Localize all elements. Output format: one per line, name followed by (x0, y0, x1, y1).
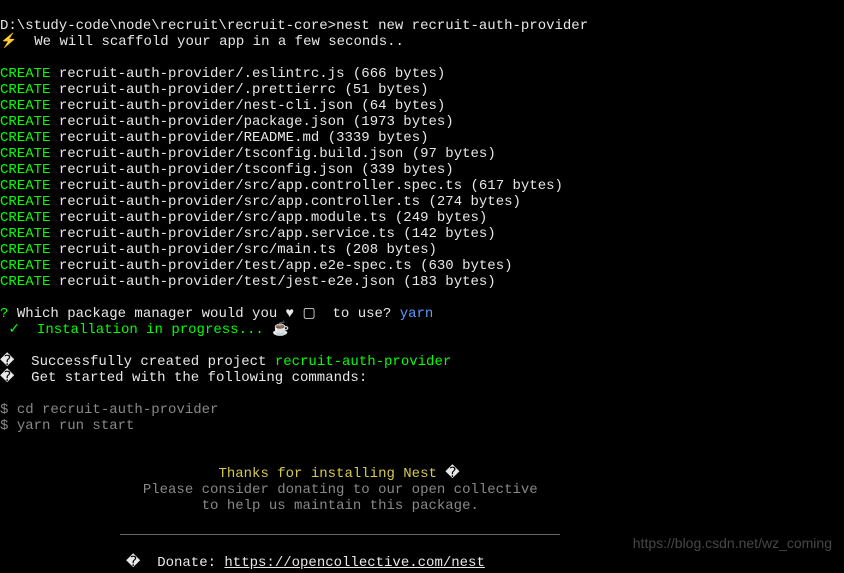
question-mark: ? (0, 306, 8, 322)
terminal-output: D:\study-code\node\recruit\recruit-core>… (0, 0, 844, 573)
create-size: (339 bytes) (361, 162, 453, 178)
thanks-title: Thanks for installing Nest (218, 466, 445, 482)
create-label: CREATE (0, 114, 50, 130)
create-label: CREATE (0, 82, 50, 98)
create-size: (97 bytes) (412, 146, 496, 162)
create-size: (249 bytes) (395, 210, 487, 226)
create-size: (274 bytes) (429, 194, 521, 210)
create-label: CREATE (0, 242, 50, 258)
cmd1-prompt: $ (0, 402, 17, 418)
thanks-line2: to help us maintain this package. (202, 498, 479, 514)
create-size: (208 bytes) (344, 242, 436, 258)
create-label: CREATE (0, 130, 50, 146)
create-file: recruit-auth-provider/tsconfig.json (59, 162, 353, 178)
donate-url[interactable]: https://opencollective.com/nest (224, 555, 484, 571)
watermark: https://blog.csdn.net/wz_coming (633, 535, 832, 551)
create-file: recruit-auth-provider/.eslintrc.js (59, 66, 345, 82)
create-file: recruit-auth-provider/src/app.module.ts (59, 210, 387, 226)
question-text: Which package manager would you ♥ ▢ to u… (17, 306, 392, 322)
prompt-command: nest new recruit-auth-provider (336, 18, 588, 34)
create-file: recruit-auth-provider/src/app.service.ts (59, 226, 395, 242)
create-file: recruit-auth-provider/test/app.e2e-spec.… (59, 258, 412, 274)
cmd1: cd recruit-auth-provider (17, 402, 219, 418)
donate-bullet: � (126, 555, 140, 571)
getstarted-bullet: � (0, 370, 14, 386)
create-size: (183 bytes) (403, 274, 495, 290)
create-size: (617 bytes) (471, 178, 563, 194)
create-file: recruit-auth-provider/src/main.ts (59, 242, 336, 258)
create-file: recruit-auth-provider/README.md (59, 130, 319, 146)
scaffold-msg: ⚡ We will scaffold your app in a few sec… (0, 34, 404, 50)
create-size: (142 bytes) (403, 226, 495, 242)
create-label: CREATE (0, 146, 50, 162)
prompt-path: D:\study-code\node\recruit\recruit-core> (0, 18, 336, 34)
divider (120, 534, 560, 535)
create-size: (64 bytes) (361, 98, 445, 114)
create-label: CREATE (0, 226, 50, 242)
thanks-line1: Please consider donating to our open col… (143, 482, 538, 498)
question-answer: yarn (400, 306, 434, 322)
create-label: CREATE (0, 66, 50, 82)
create-label: CREATE (0, 274, 50, 290)
success-project: recruit-auth-provider (275, 354, 451, 370)
install-progress: ✓ Installation in progress... ☕ (0, 322, 290, 338)
create-label: CREATE (0, 258, 50, 274)
getstarted-text: Get started with the following commands: (14, 370, 367, 386)
create-file: recruit-auth-provider/.prettierrc (59, 82, 336, 98)
create-label: CREATE (0, 162, 50, 178)
success-bullet: � (0, 354, 14, 370)
create-label: CREATE (0, 178, 50, 194)
create-file: recruit-auth-provider/src/app.controller… (59, 194, 420, 210)
create-file: recruit-auth-provider/src/app.controller… (59, 178, 462, 194)
create-size: (630 bytes) (420, 258, 512, 274)
create-size: (666 bytes) (353, 66, 445, 82)
create-label: CREATE (0, 194, 50, 210)
create-label: CREATE (0, 98, 50, 114)
create-file: recruit-auth-provider/tsconfig.build.jso… (59, 146, 403, 162)
create-size: (1973 bytes) (353, 114, 454, 130)
create-label: CREATE (0, 210, 50, 226)
success-prefix: Successfully created project (14, 354, 274, 370)
create-file: recruit-auth-provider/nest-cli.json (59, 98, 353, 114)
cmd2: yarn run start (17, 418, 135, 434)
create-size: (3339 bytes) (328, 130, 429, 146)
thanks-emoji: � (445, 466, 459, 482)
create-file: recruit-auth-provider/package.json (59, 114, 345, 130)
donate-label: Donate: (140, 555, 224, 571)
cmd2-prompt: $ (0, 418, 17, 434)
create-file: recruit-auth-provider/test/jest-e2e.json (59, 274, 395, 290)
create-size: (51 bytes) (344, 82, 428, 98)
